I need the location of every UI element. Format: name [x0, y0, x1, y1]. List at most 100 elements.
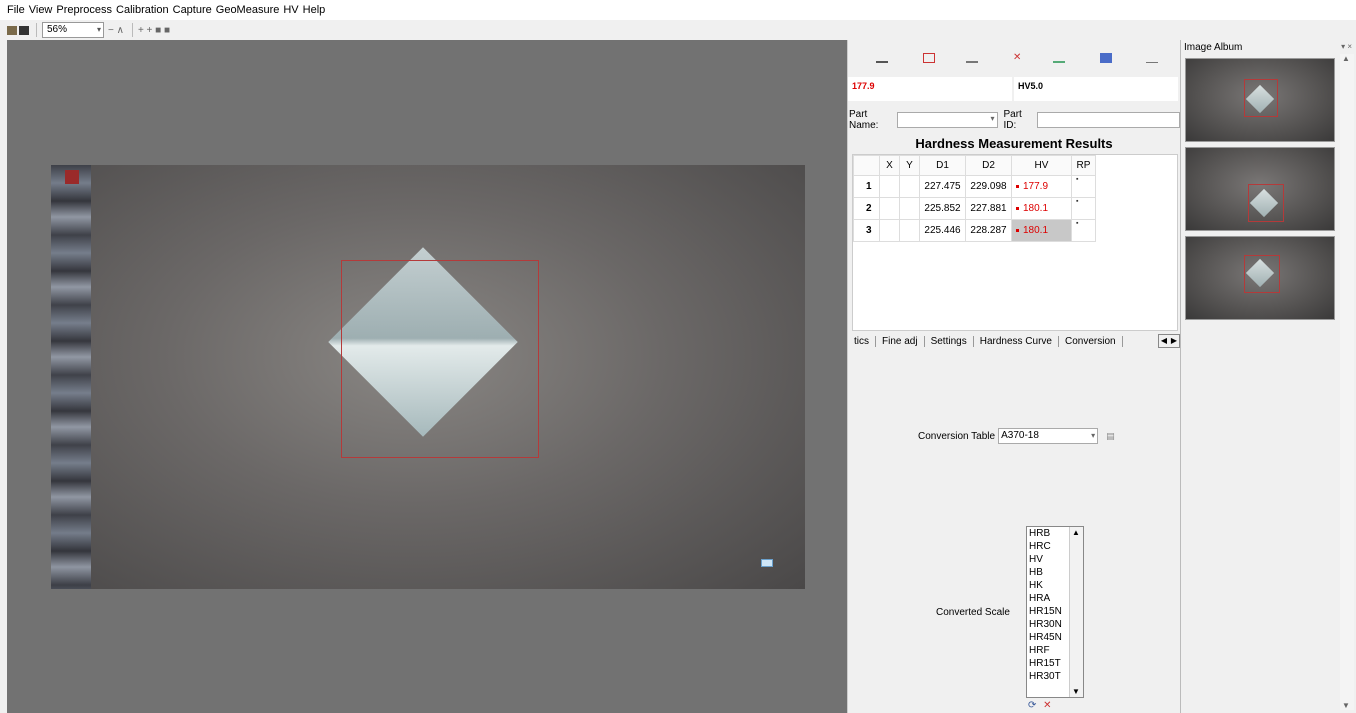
thumbnail-box [1244, 255, 1280, 293]
table-row[interactable]: 1 227.475 229.098 177.9 ▪ [853, 175, 1096, 198]
results-table-area: X Y D1 D2 HV RP 1 227.475 229.098 177.9 … [852, 154, 1178, 331]
menu-geomeasure[interactable]: GeoMeasure [216, 4, 280, 16]
tab-fine-adj[interactable]: Fine adj [876, 335, 925, 347]
results-title: Hardness Measurement Results [915, 136, 1113, 151]
specimen-image[interactable] [51, 165, 805, 589]
table-row[interactable]: 2 225.852 227.881 180.1 ▪ [853, 197, 1096, 220]
measurement-panel: ✕ 177.9 HV5.0 Part Name: ▾ Part ID: Hard… [847, 40, 1180, 713]
hv-readout: 177.9 [848, 77, 1012, 101]
cell-hv[interactable]: 180.1 [1011, 197, 1072, 220]
clear-menu-icon[interactable] [966, 53, 978, 63]
cell-x[interactable] [879, 197, 900, 220]
converted-scale-label: Converted Scale [936, 607, 1010, 618]
zoom-controls[interactable]: − ∧ [108, 25, 124, 36]
table-icon[interactable]: ▤ [1106, 431, 1115, 442]
zoom-select[interactable]: 56% ▾ [42, 22, 104, 38]
menu-help[interactable]: Help [303, 4, 326, 16]
results-table: X Y D1 D2 HV RP 1 227.475 229.098 177.9 … [853, 155, 1096, 242]
cell-d2[interactable]: 229.098 [965, 175, 1012, 198]
import-icon[interactable] [876, 53, 888, 63]
chevron-down-icon: ▾ [990, 114, 995, 123]
cell-d1[interactable]: 227.475 [919, 175, 966, 198]
close-icon[interactable]: ✕ [1013, 53, 1025, 63]
part-id-field[interactable] [1036, 112, 1180, 128]
album-thumbnail-2[interactable] [1185, 147, 1335, 231]
measure-tools[interactable]: + + ■ ■ [138, 25, 170, 36]
save-icon[interactable] [1100, 53, 1112, 63]
cell-rp[interactable]: ▪ [1071, 175, 1096, 198]
toolbar-divider [131, 23, 133, 37]
toolbar-divider [36, 23, 37, 37]
album-title: Image Album [1184, 42, 1243, 53]
tab-settings[interactable]: Settings [925, 335, 974, 347]
cell-d1[interactable]: 225.852 [919, 197, 966, 220]
conversion-table-select[interactable]: A370-18 ▾ [998, 428, 1099, 444]
list-scrollbar[interactable]: ▲ ▼ [1069, 527, 1083, 697]
minimize-icon[interactable] [1146, 53, 1158, 63]
part-id-label: Part ID: [1003, 109, 1022, 131]
row-header [853, 155, 880, 176]
album-thumbnail-1[interactable] [1185, 58, 1335, 142]
part-name-label: Part Name: [849, 109, 879, 131]
album-thumbnail-3[interactable] [1185, 236, 1335, 320]
cell-y[interactable] [899, 175, 920, 198]
close-icon[interactable]: ✕ [1043, 700, 1051, 711]
chevron-right-icon[interactable]: ▶ [1169, 335, 1179, 347]
chevron-up-icon[interactable]: ▲ [1072, 528, 1080, 537]
part-name-field[interactable]: ▾ [897, 112, 998, 128]
converted-scale-list[interactable]: HRB HRC HV HB HK HRA HR15N HR30N HR45N H… [1026, 526, 1084, 698]
delete-box-icon[interactable] [923, 53, 935, 63]
chevron-down-icon[interactable]: ▼ [1072, 687, 1080, 696]
status-dot [1016, 184, 1019, 188]
col-x[interactable]: X [879, 155, 900, 176]
indentation-box[interactable] [341, 260, 539, 458]
part-row: Part Name: ▾ Part ID: [848, 109, 1180, 131]
album-scrollbar[interactable]: ▲ ▼ [1340, 54, 1354, 710]
panel-controls-icon[interactable]: ▾ × [1341, 42, 1352, 51]
chevron-down-icon: ▾ [96, 25, 101, 34]
conversion-table-label: Conversion Table [918, 430, 996, 442]
image-view[interactable] [7, 40, 847, 713]
cell-d2[interactable]: 227.881 [965, 197, 1012, 220]
thumbnail-box [1248, 184, 1284, 222]
col-d1[interactable]: D1 [919, 155, 966, 176]
tab-conversion[interactable]: Conversion [1059, 335, 1123, 347]
edit-menu-icon[interactable] [1053, 53, 1065, 63]
menu-preprocess[interactable]: Preprocess [56, 4, 112, 16]
image-album: Image Album ▾ × ▲ ▼ [1180, 40, 1356, 713]
cell-x[interactable] [879, 219, 900, 242]
row-number: 1 [853, 175, 880, 198]
camera-icon[interactable] [7, 25, 17, 35]
cell-rp[interactable]: ▪ [1071, 219, 1096, 242]
tab-statistics[interactable]: tics [848, 335, 876, 347]
menu-calibration[interactable]: Calibration [116, 4, 169, 16]
col-y[interactable]: Y [899, 155, 920, 176]
col-d2[interactable]: D2 [965, 155, 1012, 176]
cell-x[interactable] [879, 175, 900, 198]
table-row[interactable]: 3 225.446 228.287 180.1 ▪ [853, 219, 1096, 242]
menu-file[interactable]: File [7, 4, 25, 16]
cell-y[interactable] [899, 197, 920, 220]
cell-hv[interactable]: 177.9 [1011, 175, 1072, 198]
cell-d2[interactable]: 228.287 [965, 219, 1012, 242]
chevron-up-icon[interactable]: ▲ [1342, 54, 1350, 63]
menu-view[interactable]: View [29, 4, 53, 16]
menu-hv[interactable]: HV [283, 4, 298, 16]
status-dot [1016, 206, 1019, 210]
cell-y[interactable] [899, 219, 920, 242]
stop-icon[interactable] [19, 25, 29, 35]
cell-hv[interactable]: 180.1 [1011, 219, 1072, 242]
menu-capture[interactable]: Capture [173, 4, 212, 16]
cell-d1[interactable]: 225.446 [919, 219, 966, 242]
tab-scroll: ◀ ▶ [1158, 334, 1180, 348]
col-rp[interactable]: RP [1071, 155, 1096, 176]
row-number: 3 [853, 219, 880, 242]
chevron-left-icon[interactable]: ◀ [1159, 335, 1169, 347]
refresh-icon[interactable]: ⟳ [1028, 700, 1036, 711]
row-number: 2 [853, 197, 880, 220]
cell-rp[interactable]: ▪ [1071, 197, 1096, 220]
chevron-down-icon[interactable]: ▼ [1342, 701, 1350, 710]
chevron-down-icon: ▾ [1091, 431, 1096, 440]
col-hv[interactable]: HV [1011, 155, 1072, 176]
tab-hardness-curve[interactable]: Hardness Curve [974, 335, 1059, 347]
